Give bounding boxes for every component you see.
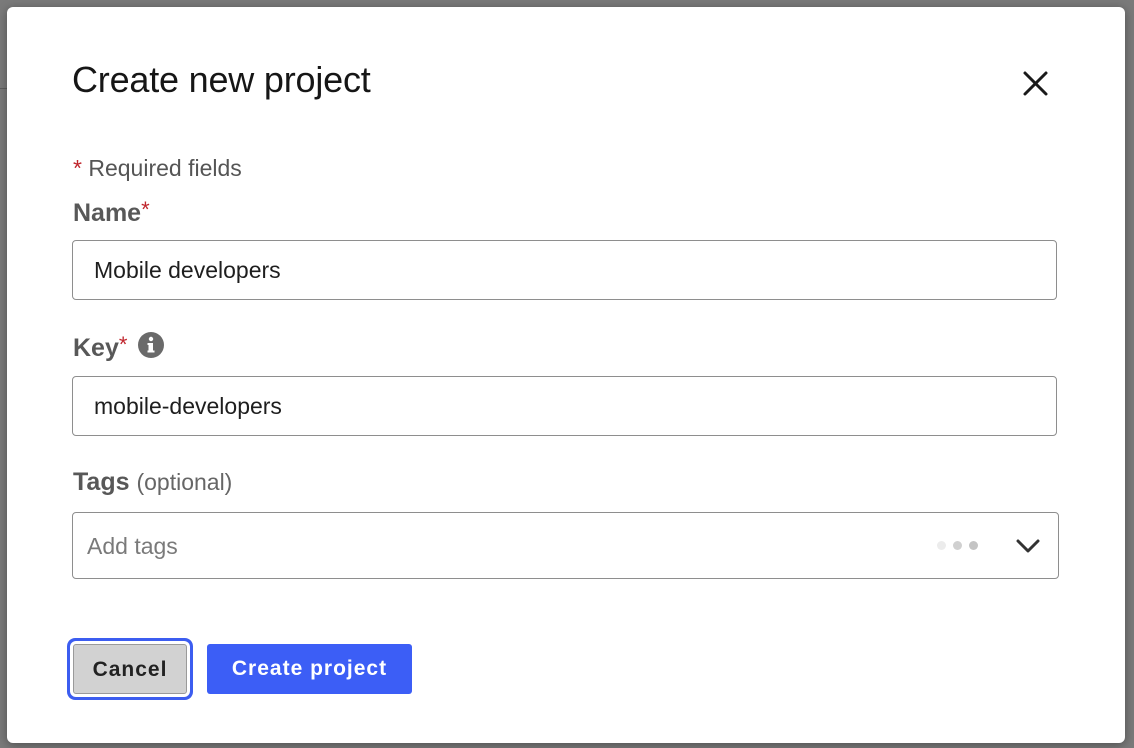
key-required-star: * — [118, 332, 128, 357]
tags-label-text: Tags — [73, 468, 130, 496]
cancel-button[interactable]: Cancel — [73, 644, 187, 694]
name-input[interactable] — [72, 240, 1057, 300]
required-fields-note: * Required fields — [73, 154, 242, 182]
tags-select[interactable]: Add tags — [72, 512, 1059, 579]
tags-label: Tags (optional) — [73, 467, 232, 497]
loading-dots-icon — [937, 541, 981, 551]
close-icon — [1023, 71, 1048, 96]
required-star: * — [73, 155, 82, 181]
tags-placeholder: Add tags — [87, 533, 178, 559]
info-icon[interactable] — [137, 331, 165, 366]
key-label: Key* — [73, 330, 165, 366]
create-project-button[interactable]: Create project — [207, 644, 412, 694]
close-button[interactable] — [1013, 63, 1057, 107]
key-label-text: Key — [73, 334, 119, 362]
dialog-title: Create new project — [72, 59, 371, 100]
name-label: Name* — [73, 195, 150, 228]
name-label-text: Name — [73, 199, 142, 227]
chevron-down-icon[interactable] — [1013, 533, 1043, 559]
create-project-dialog: Create new project * Required fields Nam… — [7, 7, 1125, 743]
name-required-star: * — [141, 197, 150, 222]
key-input[interactable] — [72, 376, 1057, 436]
required-fields-text: Required fields — [81, 155, 242, 181]
tags-optional-text: (optional) — [136, 469, 233, 495]
